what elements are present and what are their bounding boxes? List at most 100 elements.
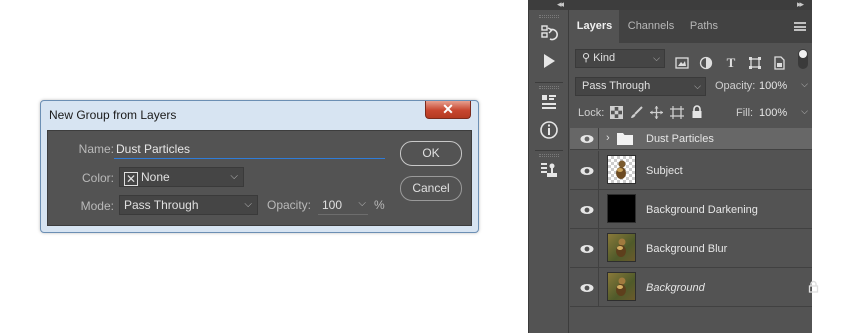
layer-thumbnail xyxy=(607,194,636,223)
filter-toggle[interactable] xyxy=(798,49,808,69)
blend-mode-value: Pass Through xyxy=(582,80,651,92)
panel-menu-icon[interactable] xyxy=(794,22,806,31)
opacity-unit: % xyxy=(374,198,385,212)
fill-label: Fill: xyxy=(736,107,754,119)
strip-divider xyxy=(535,150,563,151)
layer-row-background-blur[interactable]: Background Blur xyxy=(570,229,812,268)
play-icon[interactable] xyxy=(537,52,561,76)
mode-label: Mode: xyxy=(80,199,114,213)
no-color-swatch-icon: ✕ xyxy=(124,172,138,186)
name-label: Name: xyxy=(78,142,114,156)
chevron-down-icon: ⌵ xyxy=(358,198,366,209)
ok-button[interactable]: OK xyxy=(400,141,462,166)
fill-value: 100% xyxy=(759,107,788,119)
subject-figure-icon xyxy=(616,160,626,179)
layer-opacity-field[interactable]: 100% ⌵ xyxy=(759,77,808,96)
layer-divider xyxy=(598,190,599,229)
expand-chevron-icon[interactable]: › xyxy=(606,132,610,144)
panel-icon-strip xyxy=(529,10,569,333)
lock-icon xyxy=(808,280,819,293)
layer-opacity-value: 100% xyxy=(759,80,788,92)
layer-divider xyxy=(598,268,599,307)
layer-name: Background xyxy=(646,282,705,294)
strip-grip[interactable] xyxy=(539,154,559,157)
mode-value: Pass Through xyxy=(124,198,199,212)
layer-name: Dust Particles xyxy=(646,133,714,145)
visibility-eye-icon[interactable] xyxy=(580,281,594,295)
layer-row-background[interactable]: Background xyxy=(570,268,819,307)
visibility-eye-icon[interactable] xyxy=(580,164,594,178)
photoshop-panel-dock: ◂◂ ▸▸ Layers Channels Paths ⚲ Kind ⌵ T P… xyxy=(528,0,819,333)
image-filter-icon[interactable] xyxy=(675,56,689,70)
collapse-right-icon[interactable]: ▸▸ xyxy=(797,0,804,10)
tab-channels[interactable]: Channels xyxy=(621,10,681,43)
photo-thumbnail-icon xyxy=(616,277,626,296)
fill-field[interactable]: 100% ⌵ xyxy=(759,104,808,123)
mode-dropdown[interactable]: Pass Through ⌵ xyxy=(119,195,258,215)
layer-divider xyxy=(598,128,599,150)
layer-row-dust-particles[interactable]: › Dust Particles xyxy=(570,128,812,150)
visibility-eye-icon[interactable] xyxy=(580,242,594,256)
history-icon[interactable] xyxy=(537,24,561,48)
layer-name: Background Blur xyxy=(646,243,728,255)
visibility-eye-icon[interactable] xyxy=(580,132,594,146)
lock-paint-icon[interactable] xyxy=(630,106,643,122)
color-value: None xyxy=(141,170,170,184)
strip-divider xyxy=(535,82,563,83)
cancel-button[interactable]: Cancel xyxy=(400,176,462,201)
clone-source-icon[interactable] xyxy=(537,160,561,184)
layer-divider xyxy=(598,151,599,190)
dialog-body: Name: Dust Particles Color: ✕ None ⌵ Mode… xyxy=(47,130,472,226)
chevron-down-icon: ⌵ xyxy=(801,106,808,116)
layer-thumbnail xyxy=(607,233,636,262)
close-button[interactable]: ✕ xyxy=(425,101,471,119)
layer-thumbnail xyxy=(607,272,636,301)
strip-grip[interactable] xyxy=(539,86,559,89)
layer-row-background-darkening[interactable]: Background Darkening xyxy=(570,190,812,229)
layer-row-subject[interactable]: Subject xyxy=(570,151,812,190)
chevron-down-icon: ⌵ xyxy=(230,171,238,182)
chevron-down-icon: ⌵ xyxy=(694,81,701,91)
name-field[interactable]: Dust Particles xyxy=(114,139,385,159)
filter-toggle-knob xyxy=(799,50,807,58)
strip-grip[interactable] xyxy=(539,15,559,18)
lock-transparent-icon[interactable] xyxy=(610,106,623,122)
properties-icon[interactable] xyxy=(537,92,561,116)
tab-paths[interactable]: Paths xyxy=(683,10,725,43)
chevron-down-icon: ⌵ xyxy=(244,199,252,210)
dialog-title: New Group from Layers xyxy=(49,108,177,122)
layer-divider xyxy=(598,229,599,268)
dock-header: ◂◂ ▸▸ xyxy=(529,0,812,10)
opacity-input[interactable]: 100 ⌵ xyxy=(318,195,368,215)
color-dropdown[interactable]: ✕ None ⌵ xyxy=(119,167,244,187)
chevron-down-icon: ⌵ xyxy=(653,53,660,63)
blend-mode-dropdown[interactable]: Pass Through ⌵ xyxy=(575,77,706,96)
opacity-label: Opacity: xyxy=(267,198,312,212)
filter-kind-dropdown[interactable]: ⚲ Kind ⌵ xyxy=(575,49,665,68)
new-group-dialog: New Group from Layers ✕ Name: Dust Parti… xyxy=(40,100,479,233)
opacity-label: Opacity: xyxy=(715,80,756,92)
opacity-value: 100 xyxy=(322,198,343,212)
photo-thumbnail-icon xyxy=(616,238,626,257)
lock-artboard-icon[interactable] xyxy=(670,106,684,122)
info-icon[interactable] xyxy=(537,120,561,144)
search-icon: ⚲ xyxy=(582,52,591,64)
lock-label: Lock: xyxy=(578,107,605,119)
layer-name: Subject xyxy=(646,165,683,177)
lock-position-icon[interactable] xyxy=(650,106,663,122)
type-filter-icon[interactable]: T xyxy=(724,56,738,70)
layer-name: Background Darkening xyxy=(646,204,758,216)
panel-tab-bar: Layers Channels Paths xyxy=(570,10,812,43)
collapse-left-icon[interactable]: ◂◂ xyxy=(557,0,564,10)
color-label: Color: xyxy=(81,171,114,185)
lock-all-icon[interactable] xyxy=(691,105,703,122)
tab-layers[interactable]: Layers xyxy=(570,10,619,43)
shape-filter-icon[interactable] xyxy=(748,56,762,70)
layer-thumbnail xyxy=(607,155,636,184)
filter-kind-value: Kind xyxy=(593,52,616,64)
folder-icon xyxy=(617,133,633,145)
chevron-down-icon: ⌵ xyxy=(801,79,808,89)
visibility-eye-icon[interactable] xyxy=(580,203,594,217)
smart-object-filter-icon[interactable] xyxy=(772,56,786,70)
adjustment-filter-icon[interactable] xyxy=(699,56,713,70)
